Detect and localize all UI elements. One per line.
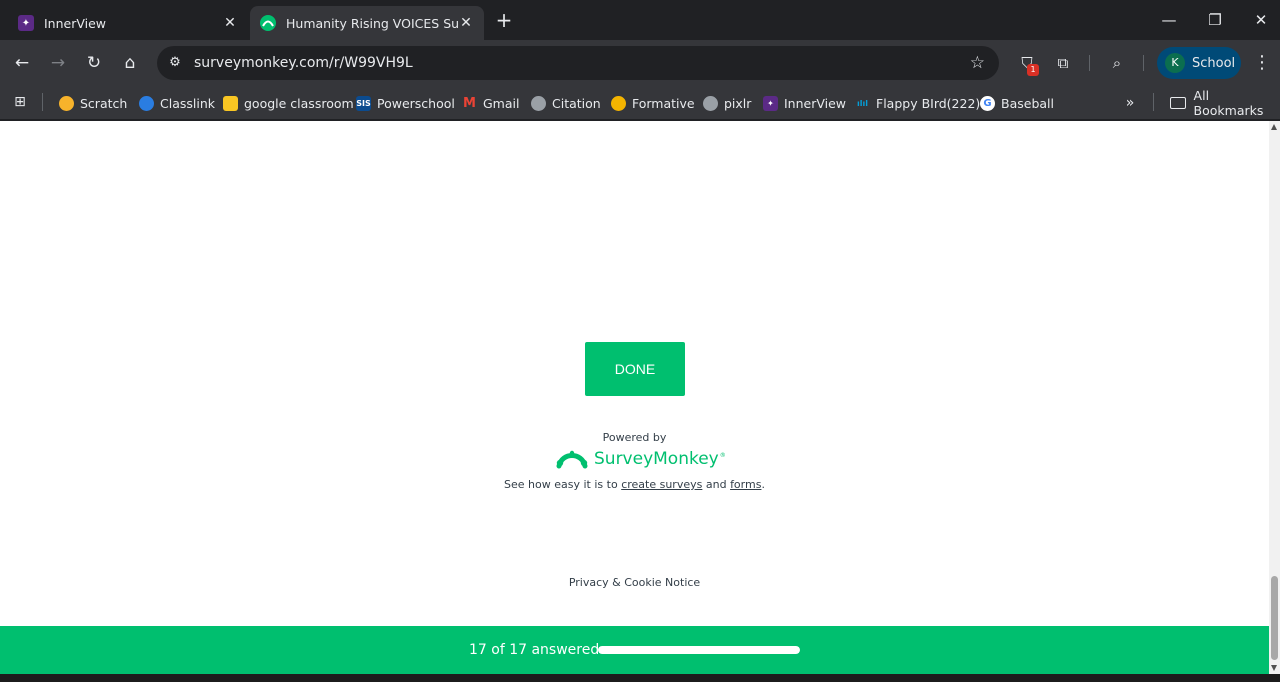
bookmark-label: Flappy BIrd(222) [876,95,981,111]
all-bookmarks-button[interactable]: All Bookmarks [1170,88,1280,118]
forms-link[interactable]: forms [730,478,761,491]
page-scrollbar[interactable] [1269,121,1280,674]
powered-by-text: Powered by [602,431,667,444]
bookmarks-divider [1153,93,1154,111]
bookmark-baseball[interactable]: G Baseball [980,92,1054,114]
innerview-icon: ✦ [18,15,34,31]
surveymonkey-logo-icon [556,450,588,469]
create-surveys-link[interactable]: create surveys [621,478,702,491]
surveymonkey-logo[interactable]: SurveyMonkey ® [556,448,726,470]
bookmark-label: Scratch [80,95,128,111]
extension-badge: 1 [1027,64,1039,76]
tab-surveymonkey[interactable]: Humanity Rising VOICES Survey ✕ [250,6,484,40]
os-taskbar [0,674,1280,682]
survey-page: DONE Powered by SurveyMonkey ® See how ea… [0,121,1269,674]
bookmark-innerview[interactable]: ✦ InnerView [763,92,846,114]
browser-toolbar: ← → ↻ ⌂ ⚙ surveymonkey.com/r/W99VH9L ☆ ⛉… [0,40,1280,86]
folder-icon [1170,97,1186,109]
powerschool-icon: SIS [356,95,371,111]
apps-grid-icon[interactable]: ⊞ [10,92,30,112]
progress-footer: 17 of 17 answered [0,626,1269,674]
formative-icon [611,95,626,111]
bookmark-powerschool[interactable]: SIS Powerschool [356,92,455,114]
extensions-puzzle-icon[interactable]: ⧉ [1051,51,1075,75]
restore-icon[interactable]: ❐ [1200,8,1230,32]
close-icon[interactable]: ✕ [458,15,474,31]
url-text[interactable]: surveymonkey.com/r/W99VH9L [194,46,413,80]
avatar: K [1165,53,1185,73]
cisco-icon: ılıl [857,98,868,108]
bookmark-label: Formative [632,95,695,111]
bookmarks-bar: ⊞ Scratch Classlink google classroom SIS… [0,86,1280,120]
minimize-icon[interactable]: — [1154,8,1184,32]
tab-search-icon[interactable]: ⌕ [1105,51,1129,75]
home-icon[interactable]: ⌂ [118,51,142,75]
bookmark-star-icon[interactable]: ☆ [970,51,985,75]
close-icon[interactable]: ✕ [222,15,238,31]
tagline-text: . [761,478,765,491]
toolbar-divider [1143,55,1144,71]
back-arrow-icon[interactable]: ← [10,51,34,75]
google-classroom-icon [223,95,238,111]
bookmark-label: Citation [552,95,601,111]
bookmark-label: Gmail [483,95,520,111]
reload-icon[interactable]: ↻ [82,51,106,75]
tab-title: InnerView [44,15,107,31]
profile-name: School [1192,55,1236,71]
tagline-text: See how easy it is to [504,478,622,491]
classlink-icon [139,95,154,111]
globe-icon [703,95,718,111]
brand-name: SurveyMonkey [594,449,719,469]
scroll-up-arrow-icon[interactable] [1271,124,1277,130]
progress-bar [598,646,800,654]
bookmark-scratch[interactable]: Scratch [59,92,127,114]
scrollbar-thumb[interactable] [1271,576,1278,660]
kebab-menu-icon[interactable]: ⋮ [1252,51,1272,75]
privacy-cookie-link[interactable]: Privacy & Cookie Notice [0,576,1269,589]
tab-innerview[interactable]: ✦ InnerView ✕ [8,6,248,40]
all-bookmarks-label: All Bookmarks [1193,88,1264,118]
surveymonkey-icon [260,15,276,31]
progress-bar-fill [598,646,800,654]
scroll-down-arrow-icon[interactable] [1271,665,1277,671]
bookmark-label: pixlr [724,95,752,111]
bookmark-google-classroom[interactable]: google classroom [223,92,354,114]
window-close-icon[interactable]: ✕ [1246,8,1276,32]
bookmark-formative[interactable]: Formative [611,92,695,114]
tagline-text: and [702,478,731,491]
gmail-icon: M [463,95,476,111]
google-icon: G [980,95,995,111]
bookmark-classlink[interactable]: Classlink [139,92,215,114]
bookmark-label: google classroom [244,95,354,111]
bookmark-citation[interactable]: Citation [531,92,601,114]
new-tab-button[interactable]: + [494,8,514,32]
forward-arrow-icon[interactable]: → [46,51,70,75]
site-info-icon[interactable]: ⚙ [165,53,185,73]
bookmarks-divider [42,93,43,111]
bookmark-label: Classlink [160,95,215,111]
tagline: See how easy it is to create surveys and… [0,478,1269,491]
scratch-icon [59,95,74,111]
bookmark-label: Powerschool [377,95,455,111]
tab-title: Humanity Rising VOICES Survey [286,15,458,31]
bookmark-pixlr[interactable]: pixlr [703,92,751,114]
bookmark-gmail[interactable]: M Gmail [462,92,519,114]
profile-button[interactable]: K School [1157,47,1241,79]
bookmark-flappy-bird[interactable]: ılıl Flappy BIrd(222) [855,92,980,114]
bookmark-label: Baseball [1001,95,1054,111]
toolbar-divider [1089,55,1090,71]
tab-strip: ✦ InnerView ✕ Humanity Rising VOICES Sur… [0,0,1280,40]
done-button[interactable]: DONE [585,342,685,396]
more-bookmarks-icon[interactable]: » [1121,92,1139,114]
innerview-icon: ✦ [763,95,778,111]
address-bar[interactable]: ⚙ surveymonkey.com/r/W99VH9L ☆ [157,46,999,80]
trademark-mark: ® [719,451,726,459]
globe-icon [531,95,546,111]
bookmark-label: InnerView [784,95,847,111]
progress-text: 17 of 17 answered [469,642,600,658]
